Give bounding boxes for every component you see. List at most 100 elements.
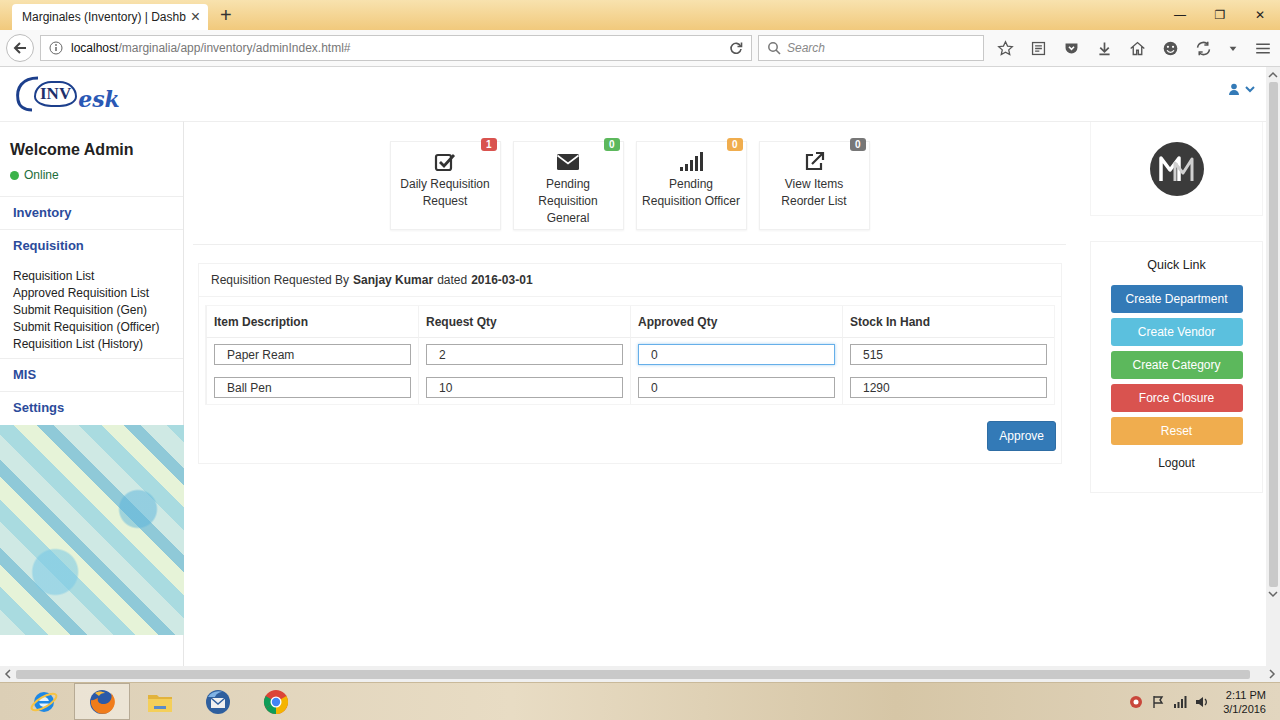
logout-link[interactable]: Logout (1158, 456, 1195, 470)
scrollbar-thumb[interactable] (1269, 82, 1278, 587)
quick-link-button[interactable]: Create Department (1111, 285, 1243, 313)
window-control-button[interactable]: — (1160, 0, 1200, 30)
taskbar-app[interactable] (16, 683, 72, 720)
tab-close-button[interactable]: × (189, 8, 202, 26)
shortcut-label: Daily Requisition Request (391, 176, 500, 212)
browser-tab[interactable]: Marginales (Inventory) | Dashb× (12, 4, 208, 30)
sidebar-item[interactable]: Submit Requisition (Officer) (0, 319, 183, 336)
stock-in-hand-input[interactable] (850, 344, 1047, 365)
shortcut-label: Pending Requisition General (514, 176, 623, 229)
status-dot (10, 171, 19, 180)
window-controls: —❐✕ (1160, 0, 1280, 30)
shortcut-card[interactable]: 0Pending Requisition Officer (636, 141, 747, 230)
taskbar-app[interactable] (74, 683, 130, 720)
request-qty-input[interactable] (426, 377, 623, 398)
bookmark-star-icon[interactable] (997, 40, 1014, 57)
sidebar-item[interactable]: Submit Requisition (Gen) (0, 302, 183, 319)
quick-link-button[interactable]: Reset (1111, 417, 1243, 445)
thunderbird-icon (203, 687, 233, 717)
item-description-input[interactable] (214, 377, 411, 398)
dropdown-icon[interactable] (1228, 40, 1238, 57)
taskbar-app[interactable] (190, 683, 246, 720)
reload-icon[interactable] (729, 41, 743, 55)
main-content: 1Daily Requisition Request0Pending Requi… (184, 121, 1080, 666)
shortcut-label: Pending Requisition Officer (637, 176, 746, 212)
signal-bars-icon (679, 151, 703, 173)
sidebar-section-label[interactable]: Inventory (0, 197, 183, 229)
scroll-right-icon[interactable] (1268, 669, 1276, 679)
sidebar-item[interactable]: Approved Requisition List (0, 285, 183, 302)
flag-icon[interactable] (1151, 695, 1165, 709)
quick-link-button[interactable]: Force Closure (1111, 384, 1243, 412)
dated-label: dated (437, 273, 467, 287)
quick-link-button[interactable]: Create Vendor (1111, 318, 1243, 346)
tab-bar: Marginales (Inventory) | Dashb× + —❐✕ (0, 0, 1280, 30)
new-tab-button[interactable]: + (220, 5, 232, 25)
requested-by-label: Requisition Requested By (211, 273, 349, 287)
sidebar-section-label[interactable]: Settings (0, 392, 183, 424)
scrollbar-thumb[interactable] (16, 670, 1250, 679)
taskbar-app[interactable] (132, 683, 188, 720)
vertical-scrollbar[interactable] (1266, 67, 1280, 666)
menu-icon[interactable] (1254, 40, 1272, 57)
approve-row: Approve (199, 405, 1061, 463)
request-qty-input[interactable] (426, 344, 623, 365)
sidebar-section-label[interactable]: MIS (0, 359, 183, 391)
scroll-left-icon[interactable] (4, 669, 12, 679)
pocket-icon[interactable] (1063, 40, 1080, 57)
sidebar-section-label[interactable]: Requisition (0, 230, 183, 262)
user-menu[interactable] (1228, 83, 1256, 95)
firefox-icon (87, 687, 117, 717)
screen: Marginales (Inventory) | Dashb× + —❐✕ local… (0, 0, 1280, 720)
app-tray-icon[interactable] (1129, 695, 1143, 709)
status-label: Online (24, 168, 59, 182)
shortcut-card[interactable]: 1Daily Requisition Request (390, 141, 501, 230)
shortcut-card[interactable]: 0View Items Reorder List (759, 141, 870, 230)
quick-link-button[interactable]: Create Category (1111, 351, 1243, 379)
logo-text: INV (34, 81, 77, 107)
volume-icon[interactable] (1195, 695, 1209, 709)
window-control-button[interactable]: ❐ (1200, 0, 1240, 30)
network-icon[interactable] (1173, 695, 1187, 709)
divider (193, 244, 1066, 245)
clock[interactable]: 2:11 PM3/1/2016 (1223, 688, 1266, 716)
download-icon[interactable] (1096, 40, 1113, 57)
reading-list-icon[interactable] (1030, 40, 1047, 57)
column-header: Stock In Hand (842, 306, 1054, 338)
back-arrow-icon (12, 40, 28, 56)
logo-swoosh-icon (14, 74, 40, 114)
sidebar-section: Settings (0, 391, 183, 424)
system-tray: 2:11 PM3/1/2016 (1129, 688, 1280, 716)
table-cell (630, 338, 842, 371)
approved-qty-input[interactable] (638, 344, 835, 365)
scroll-up-icon[interactable] (1268, 71, 1278, 79)
hello-chat-icon[interactable] (1162, 40, 1179, 57)
item-description-input[interactable] (214, 344, 411, 365)
search-field[interactable]: Search (758, 35, 984, 61)
stock-in-hand-input[interactable] (850, 377, 1047, 398)
quick-links: Quick LinkCreate DepartmentCreate Vendor… (1090, 241, 1263, 493)
back-button[interactable] (6, 34, 34, 62)
scroll-down-icon[interactable] (1268, 590, 1278, 598)
url-bar[interactable]: localhost/marginalia/app/inventory/admin… (40, 35, 752, 61)
sync-icon[interactable] (1195, 40, 1212, 57)
approved-qty-input[interactable] (638, 377, 835, 398)
sidebar-item[interactable]: Requisition List (History) (0, 336, 183, 353)
sidebar-section: MIS (0, 358, 183, 391)
window-control-button[interactable]: ✕ (1240, 0, 1280, 30)
search-icon (767, 41, 781, 55)
table-cell (206, 371, 418, 404)
requisition-panel: Requisition Requested BySanjay Kumardate… (198, 263, 1062, 464)
shortcut-card[interactable]: 0Pending Requisition General (513, 141, 624, 230)
logo[interactable]: INVesk (14, 74, 120, 114)
table-cell (418, 371, 630, 404)
table-cell (842, 371, 1054, 404)
home-icon[interactable] (1129, 40, 1146, 57)
horizontal-scrollbar[interactable] (0, 666, 1280, 682)
approve-button[interactable]: Approve (987, 421, 1056, 451)
taskbar: 2:11 PM3/1/2016 (0, 682, 1280, 720)
sidebar-item[interactable]: Requisition List (0, 268, 183, 285)
clock-time: 2:11 PM (1226, 688, 1266, 702)
banner-image (0, 425, 184, 635)
taskbar-app[interactable] (248, 683, 304, 720)
